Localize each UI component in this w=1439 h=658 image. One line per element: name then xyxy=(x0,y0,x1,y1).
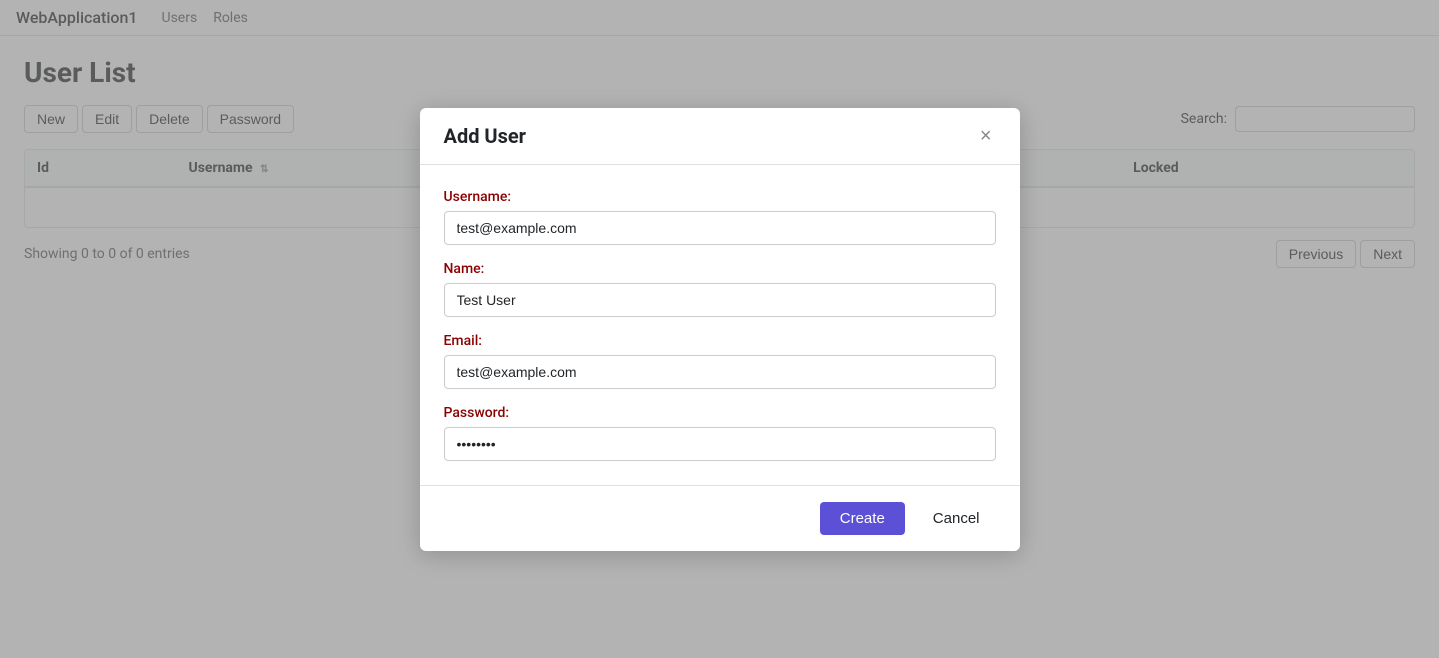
create-button[interactable]: Create xyxy=(820,502,905,535)
name-label: Name: xyxy=(444,261,996,277)
password-field-group: Password: xyxy=(444,405,996,461)
modal-overlay: Add User × Username: Name: Email: Passwo… xyxy=(0,0,1439,658)
username-input[interactable] xyxy=(444,211,996,245)
modal-close-button[interactable]: × xyxy=(976,126,996,146)
cancel-button[interactable]: Cancel xyxy=(917,502,996,535)
username-label: Username: xyxy=(444,189,996,205)
password-input[interactable] xyxy=(444,427,996,461)
modal-body: Username: Name: Email: Password: xyxy=(420,165,1020,485)
modal-title: Add User xyxy=(444,124,527,148)
modal-footer: Create Cancel xyxy=(420,485,1020,551)
email-input[interactable] xyxy=(444,355,996,389)
password-label: Password: xyxy=(444,405,996,421)
email-label: Email: xyxy=(444,333,996,349)
name-input[interactable] xyxy=(444,283,996,317)
username-field-group: Username: xyxy=(444,189,996,245)
modal-header: Add User × xyxy=(420,108,1020,165)
name-field-group: Name: xyxy=(444,261,996,317)
add-user-modal: Add User × Username: Name: Email: Passwo… xyxy=(420,108,1020,551)
email-field-group: Email: xyxy=(444,333,996,389)
